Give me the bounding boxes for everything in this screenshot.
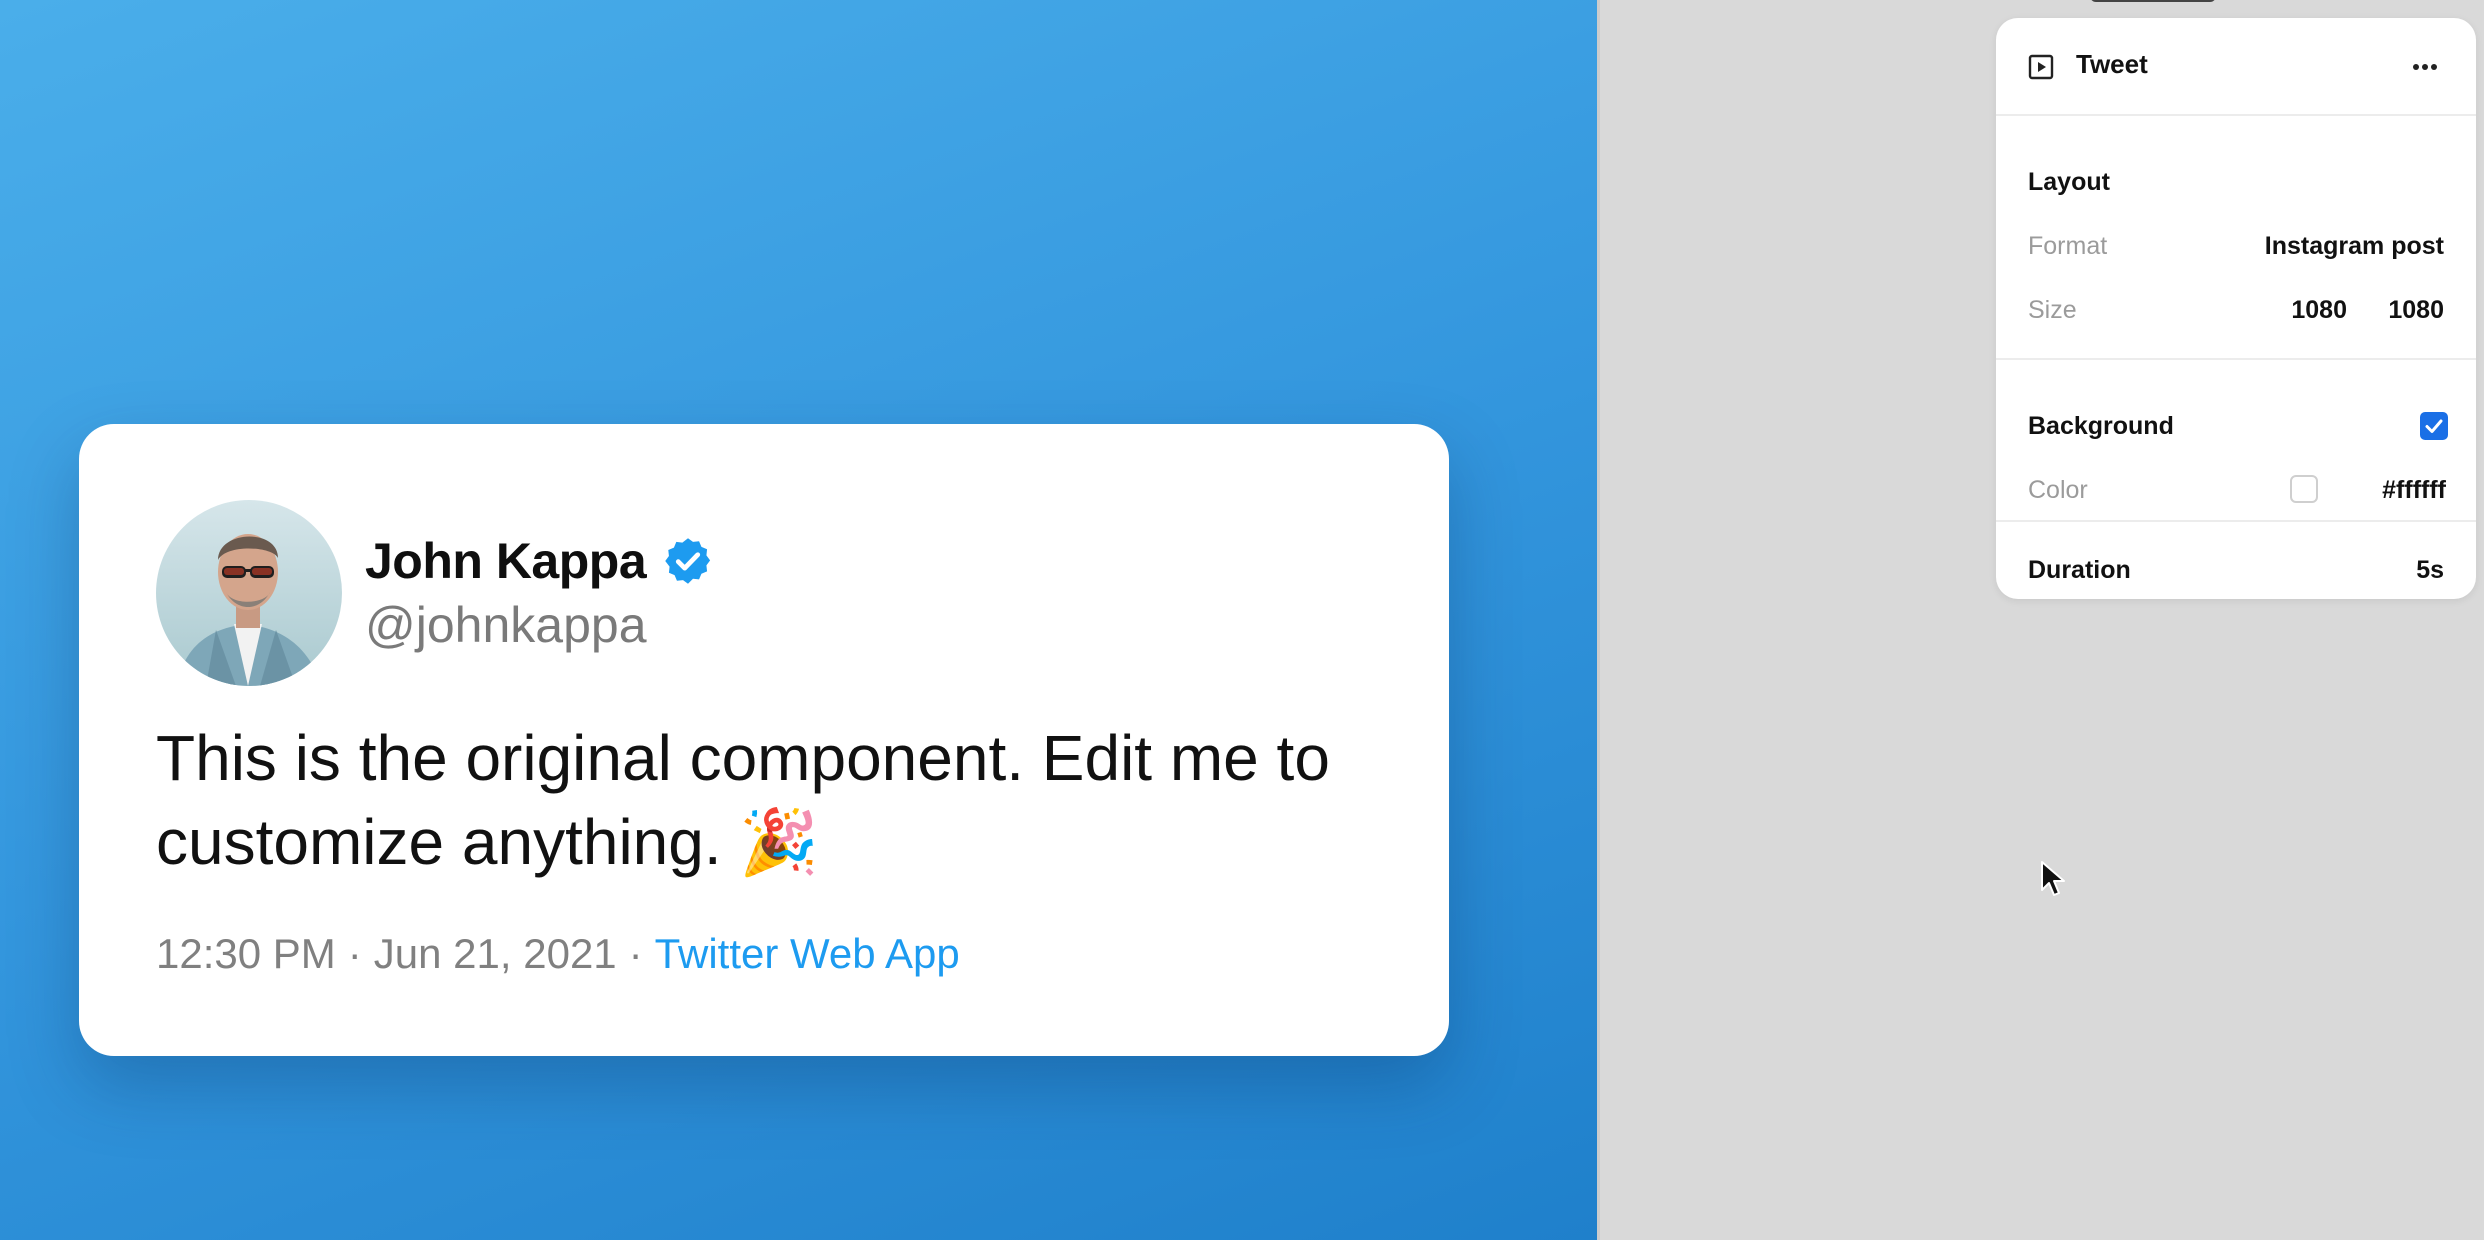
layout-heading: Layout [2028, 168, 2110, 196]
layout-section: Layout Format Instagram post Size 1080 1… [1996, 114, 2476, 360]
size-height-input[interactable]: 1080 [2388, 296, 2444, 325]
tweet-card[interactable]: John Kappa @johnkappa This is the origin… [79, 424, 1449, 1056]
meta-separator: · [347, 930, 362, 977]
avatar [156, 500, 342, 686]
duration-input[interactable]: 5s [2416, 556, 2444, 585]
mouse-cursor-icon [2040, 860, 2066, 898]
name-row: John Kappa [365, 526, 714, 596]
check-icon [2425, 419, 2443, 433]
author-handle: @johnkappa [365, 597, 647, 653]
duration-label: Duration [2028, 556, 2131, 584]
background-checkbox[interactable] [2420, 412, 2448, 440]
format-select[interactable]: Instagram post [2265, 232, 2444, 261]
size-label: Size [2028, 296, 2077, 324]
meta-separator: · [628, 930, 643, 977]
color-label: Color [2028, 476, 2088, 504]
tweet-body-text: This is the original component. Edit me … [156, 722, 1330, 878]
avatar-photo [156, 500, 342, 686]
tweet-meta: 12:30 PM · Jun 21, 2021 · Twitter Web Ap… [156, 930, 960, 978]
background-section: Background Color #ffffff [1996, 358, 2476, 522]
toolbar-handle[interactable] [2090, 0, 2216, 2]
tweet-date: Jun 21, 2021 [373, 930, 617, 977]
size-width-input[interactable]: 1080 [2291, 296, 2347, 325]
author-name: John Kappa [365, 533, 647, 589]
play-square-icon [2028, 54, 2054, 80]
color-swatch[interactable] [2290, 475, 2318, 503]
format-label: Format [2028, 232, 2108, 260]
panel-title: Tweet [2076, 49, 2148, 79]
video-canvas[interactable]: John Kappa @johnkappa This is the origin… [0, 0, 1597, 1240]
verified-badge-icon [662, 535, 714, 587]
color-hex-input[interactable]: #ffffff [2382, 476, 2446, 505]
more-horizontal-icon[interactable] [2412, 60, 2438, 72]
tweet-source-link[interactable]: Twitter Web App [655, 930, 960, 978]
tweet-time: 12:30 PM [156, 930, 336, 977]
background-heading: Background [2028, 412, 2174, 440]
panel-header: Tweet [1996, 18, 2476, 116]
duration-section: Duration 5s [1996, 520, 2476, 599]
canvas-edge [1597, 0, 1600, 1240]
properties-panel: Tweet Layout Format Instagram post Size … [1996, 18, 2476, 599]
